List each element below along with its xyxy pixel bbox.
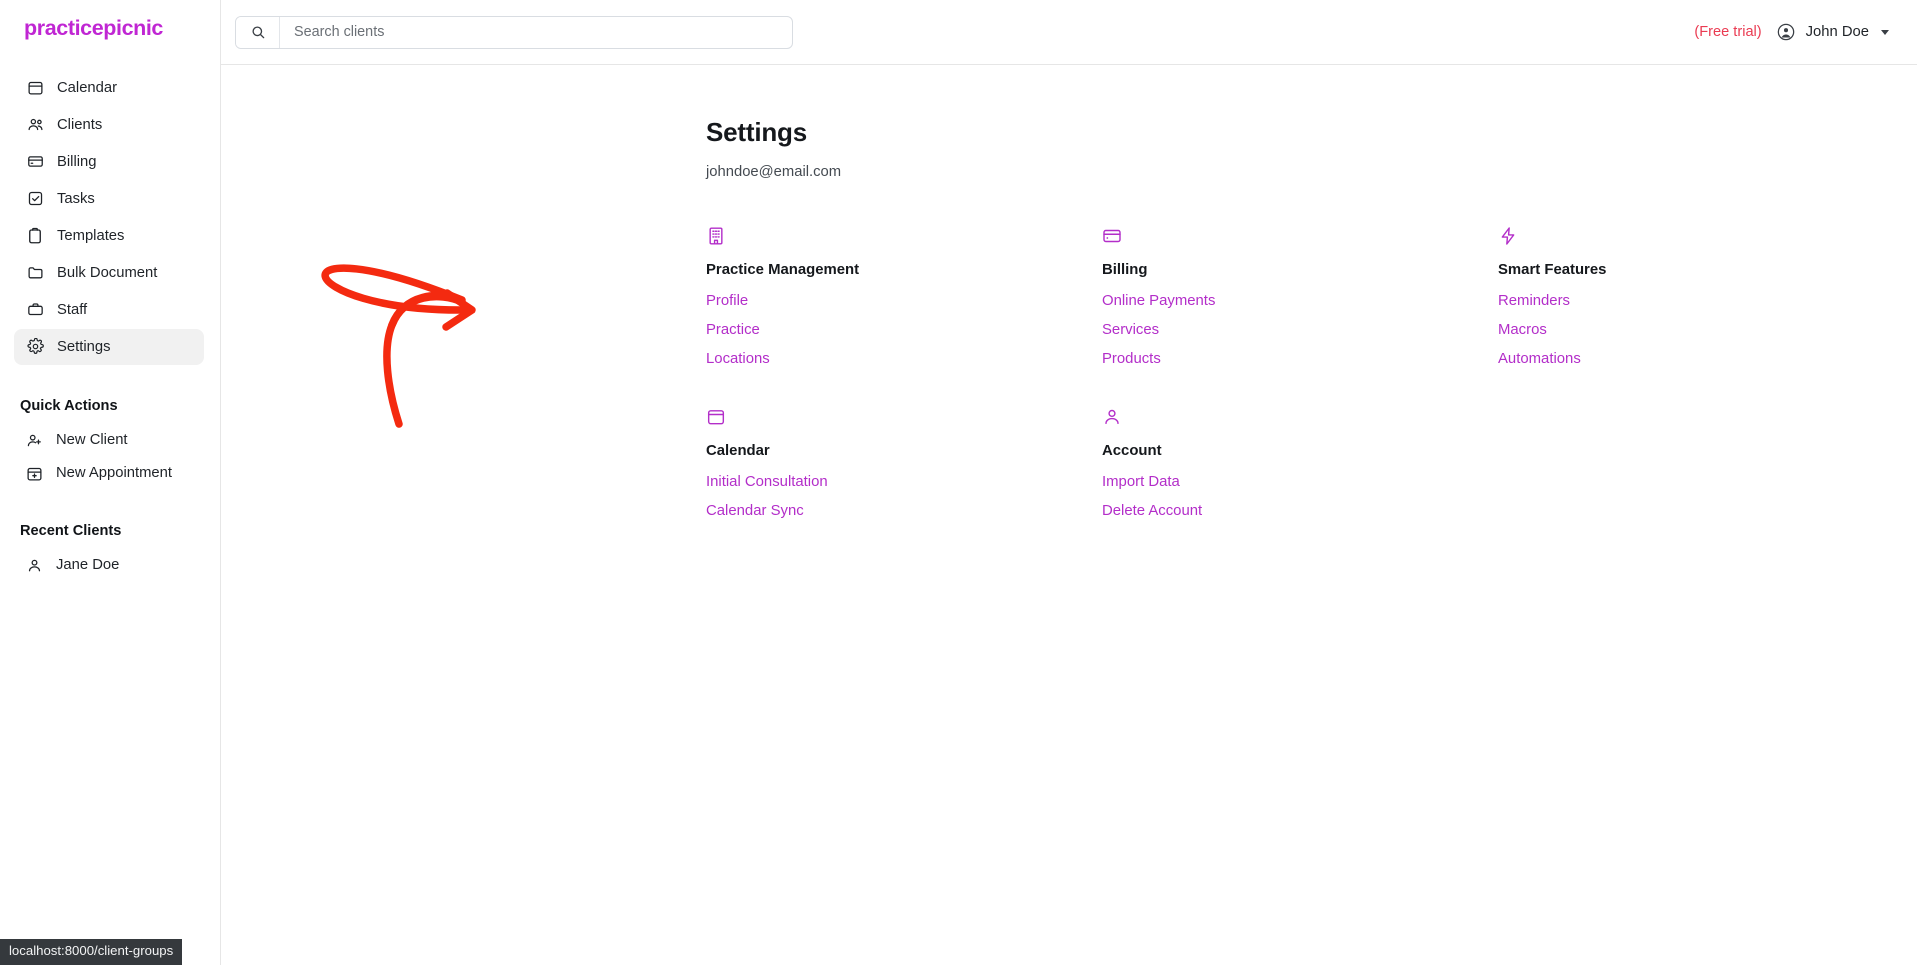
settings-link-profile[interactable]: Profile [706, 293, 748, 309]
lightning-bolt-icon [1498, 226, 1894, 252]
settings-link-automations[interactable]: Automations [1498, 351, 1581, 367]
status-bar-url: localhost:8000/client-groups [0, 939, 183, 965]
gear-icon [26, 338, 44, 356]
app-root: practicepicnic Calendar Clients Billing … [0, 0, 1917, 965]
settings-link-practice[interactable]: Practice [706, 322, 760, 338]
quick-action-label: New Client [56, 432, 128, 448]
quick-action-new-client[interactable]: New Client [0, 424, 220, 457]
page-title: Settings [706, 117, 807, 147]
chevron-down-icon[interactable] [1881, 29, 1889, 35]
avatar-icon [1777, 23, 1795, 41]
search-bar[interactable] [235, 15, 793, 49]
credit-card-icon [1102, 226, 1498, 252]
sidebar-nav: Calendar Clients Billing Tasks Templates… [0, 70, 220, 365]
user-name: John Doe [1805, 24, 1869, 40]
sidebar-item-label: Settings [57, 338, 111, 355]
settings-link-delete-account[interactable]: Delete Account [1102, 503, 1202, 519]
building-icon [706, 226, 1102, 252]
settings-link-services[interactable]: Services [1102, 322, 1159, 338]
users-icon [26, 116, 44, 134]
card-title: Account [1102, 443, 1162, 459]
settings-link-products[interactable]: Products [1102, 351, 1161, 367]
sidebar-item-label: Calendar [57, 79, 118, 96]
sidebar-item-settings[interactable]: Settings [14, 328, 204, 365]
sidebar-item-label: Staff [57, 301, 88, 318]
checkbox-icon [26, 190, 44, 208]
clipboard-icon [29, 227, 41, 243]
account-email: johndoe@email.com [706, 164, 842, 180]
settings-link-reminders[interactable]: Reminders [1498, 293, 1570, 309]
sidebar-item-label: Bulk Document [57, 264, 158, 281]
settings-content: Settings johndoe@email.com Practice Mana… [221, 65, 1917, 965]
search-icon [251, 26, 264, 39]
recent-clients-heading: Recent Clients [20, 522, 122, 539]
sidebar-item-calendar[interactable]: Calendar [14, 70, 204, 106]
quick-action-label: New Appointment [56, 465, 172, 481]
calendar-icon [706, 407, 1102, 433]
sidebar-item-staff[interactable]: Staff [14, 292, 204, 328]
sidebar-item-clients[interactable]: Clients [14, 107, 204, 143]
user-icon [1102, 407, 1498, 433]
folder-icon [26, 264, 44, 282]
user-icon [26, 557, 43, 574]
app-logo[interactable]: practicepicnic [0, 0, 220, 40]
settings-link-initial-consultation[interactable]: Initial Consultation [706, 474, 828, 490]
card-title: Calendar [706, 443, 770, 459]
card-title: Smart Features [1498, 262, 1607, 278]
topbar: (Free trial) John Doe [221, 0, 1917, 65]
settings-card-smart-features: Smart Features Reminders Macros Automati… [1498, 226, 1894, 367]
sidebar-item-billing[interactable]: Billing [14, 144, 204, 180]
main-area: (Free trial) John Doe Settings johndoe [221, 0, 1917, 965]
quick-actions-heading: Quick Actions [20, 397, 118, 414]
user-menu[interactable]: John Doe [1777, 23, 1889, 41]
sidebar-item-bulk-document[interactable]: Bulk Document [14, 255, 204, 291]
quick-action-new-appointment[interactable]: New Appointment [0, 457, 220, 490]
settings-link-macros[interactable]: Macros [1498, 322, 1547, 338]
sidebar: practicepicnic Calendar Clients Billing … [0, 0, 221, 965]
settings-card-account: Account Import Data Delete Account [1102, 407, 1498, 519]
settings-card-practice-management: Practice Management Profile Practice Loc… [706, 226, 1102, 367]
briefcase-icon [26, 301, 44, 319]
calendar-plus-icon [26, 465, 43, 482]
user-plus-icon [26, 432, 43, 449]
card-title: Billing [1102, 262, 1148, 278]
settings-card-calendar: Calendar Initial Consultation Calendar S… [706, 407, 1102, 519]
search-input[interactable] [280, 16, 792, 48]
calendar-icon [26, 79, 44, 97]
settings-link-locations[interactable]: Locations [706, 351, 770, 367]
settings-grid: Practice Management Profile Practice Loc… [706, 226, 1917, 519]
sidebar-item-label: Templates [57, 227, 125, 244]
sidebar-item-label: Tasks [57, 190, 95, 207]
sidebar-item-templates[interactable]: Templates [14, 218, 204, 254]
credit-card-icon [26, 153, 44, 171]
sidebar-item-label: Clients [57, 116, 103, 133]
settings-link-calendar-sync[interactable]: Calendar Sync [706, 503, 804, 519]
recent-client-jane-doe[interactable]: Jane Doe [0, 549, 220, 582]
search-button[interactable] [236, 16, 280, 48]
sidebar-item-label: Billing [57, 153, 97, 170]
settings-link-online-payments[interactable]: Online Payments [1102, 293, 1215, 309]
sidebar-item-tasks[interactable]: Tasks [14, 181, 204, 217]
free-trial-badge[interactable]: (Free trial) [1694, 24, 1761, 40]
topbar-right: (Free trial) John Doe [1694, 23, 1889, 41]
recent-client-label: Jane Doe [56, 557, 120, 573]
settings-card-billing: Billing Online Payments Services Product… [1102, 226, 1498, 367]
card-title: Practice Management [706, 262, 860, 278]
settings-link-import-data[interactable]: Import Data [1102, 474, 1180, 490]
